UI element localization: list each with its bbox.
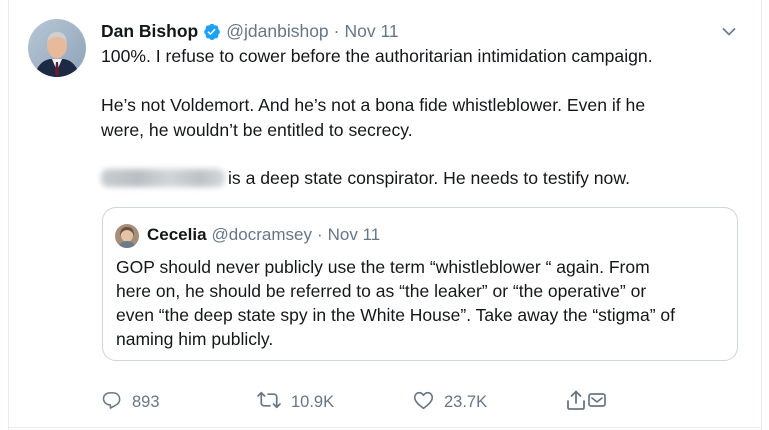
quoted-author-handle: @docramsey	[211, 225, 312, 244]
tweet-date[interactable]: Nov 11	[344, 21, 398, 42]
quoted-text-line: naming him publicly.	[116, 329, 274, 349]
quoted-author-name: Cecelia	[147, 225, 207, 244]
quoted-text-line: even “the deep state spy in the White Ho…	[116, 305, 675, 325]
quoted-header-separator: ·	[316, 225, 323, 244]
tweet-divider	[8, 427, 762, 428]
retweet-button[interactable]: 10.9K	[257, 389, 334, 415]
tweet-text-line: He’s not Voldemort. And he’s not a bona …	[101, 95, 646, 115]
author-handle[interactable]: @jdanbishop	[226, 21, 328, 42]
header-separator: ·	[333, 20, 340, 41]
retweet-icon	[257, 390, 281, 415]
quoted-text-line: GOP should never publicly use the term “…	[116, 257, 650, 277]
timeline-border-left	[8, 0, 9, 430]
tweet-text-line: 100%. I refuse to cower before the autho…	[101, 46, 653, 66]
timeline-border-right	[761, 0, 762, 430]
direct-message-icon[interactable]	[587, 390, 607, 415]
quoted-text-line: here on, he should be referred to as “th…	[116, 281, 647, 301]
author-avatar[interactable]	[28, 19, 86, 77]
heart-icon	[413, 390, 434, 415]
share-button[interactable]	[565, 389, 607, 415]
tweet-actions: 893 10.9K 23.7K	[0, 389, 769, 415]
chevron-down-icon[interactable]	[720, 22, 738, 40]
quoted-tweet[interactable]: Cecelia @docramsey · Nov 11 GOP should n…	[102, 207, 738, 361]
redacted-name	[101, 169, 225, 187]
like-count: 23.7K	[444, 392, 488, 411]
tweet-text-line: is a deep state conspirator. He needs to…	[101, 167, 630, 190]
share-icon	[565, 389, 587, 416]
quoted-tweet-date: Nov 11	[327, 225, 381, 244]
reply-button[interactable]: 893	[102, 389, 160, 415]
like-button[interactable]: 23.7K	[413, 389, 487, 415]
quoted-tweet-header: Cecelia @docramsey · Nov 11	[147, 224, 380, 246]
verified-badge-icon	[202, 22, 221, 41]
tweet-text-line: were, he wouldn’t be entitled to secrecy…	[101, 120, 413, 140]
tweet-text-fragment: is a deep state conspirator. He needs to…	[228, 168, 630, 188]
quoted-author-avatar[interactable]	[115, 224, 139, 248]
retweet-count: 10.9K	[291, 392, 335, 411]
reply-icon	[102, 390, 122, 415]
reply-count: 893	[132, 392, 160, 411]
tweet-card[interactable]: Dan Bishop @jdanbishop · Nov 11 100%. I …	[0, 0, 769, 430]
tweet-header: Dan Bishop @jdanbishop · Nov 11	[101, 19, 399, 43]
author-name[interactable]: Dan Bishop	[101, 21, 198, 42]
